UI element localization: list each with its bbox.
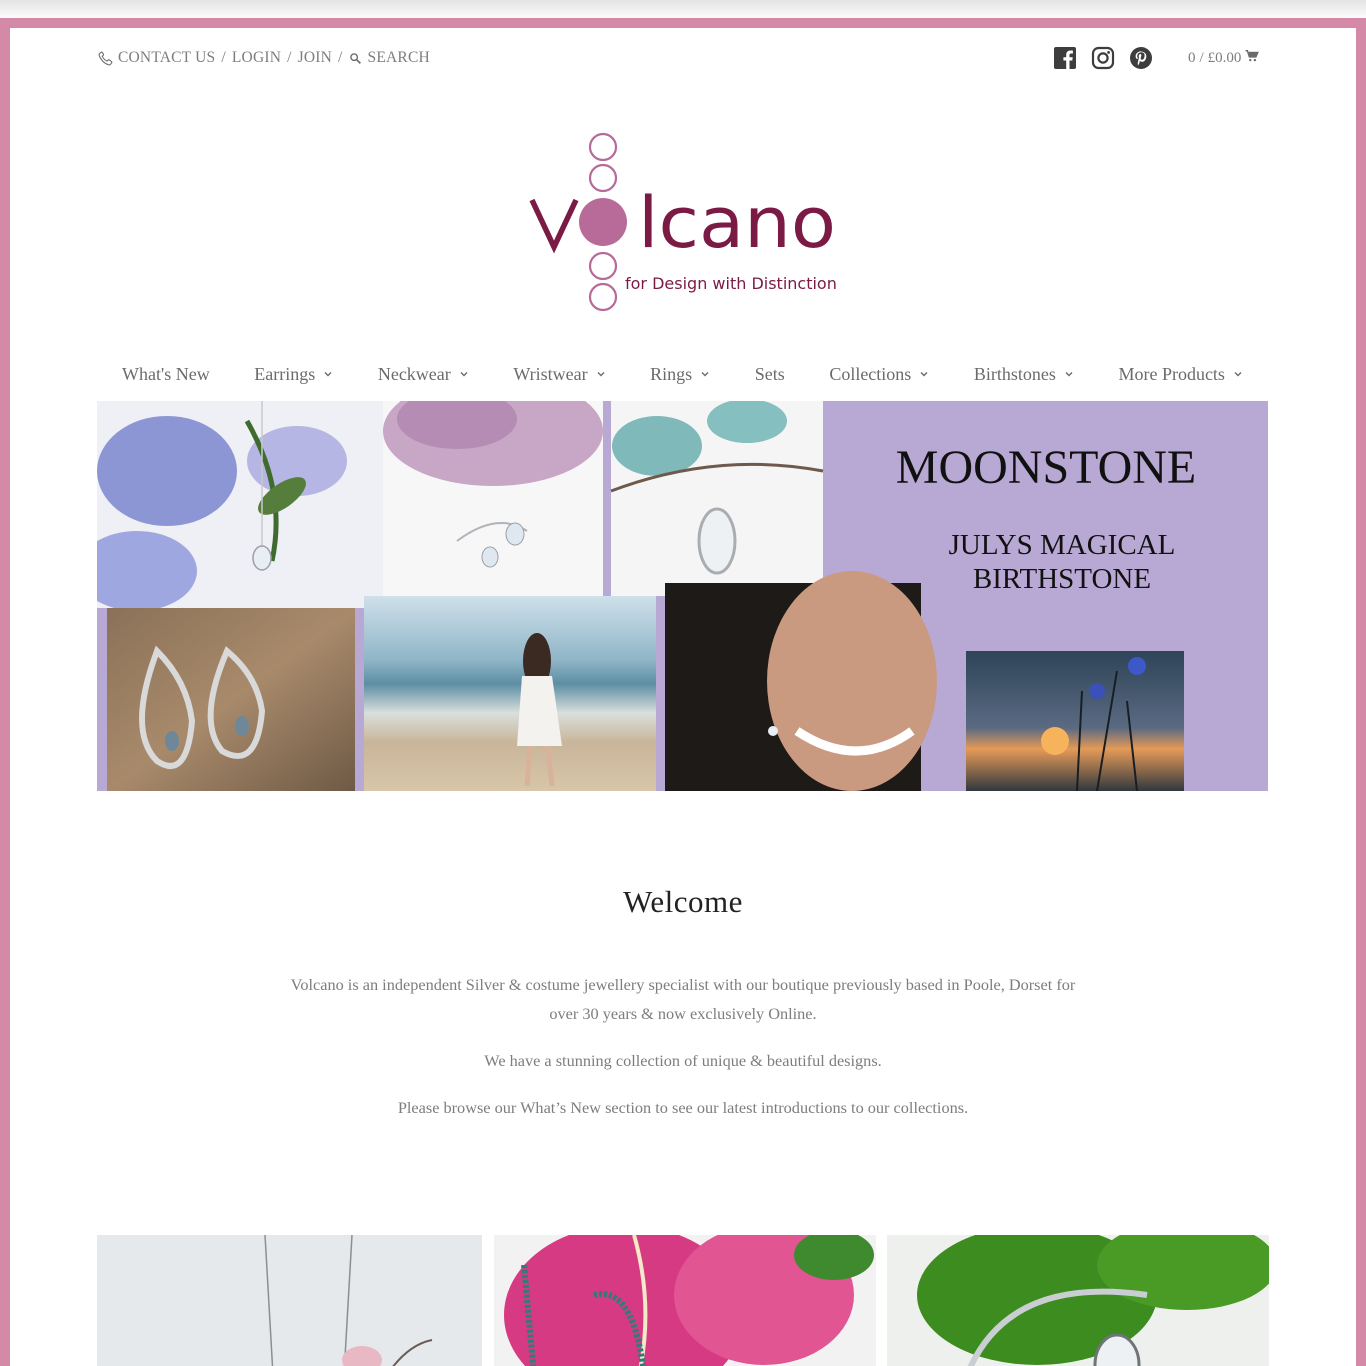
cart-link[interactable]: 0 / £0.00 xyxy=(1188,49,1260,68)
banner-subtitle-line2: BIRTHSTONE xyxy=(973,563,1151,595)
nav-item-more-products[interactable]: More Products xyxy=(1118,364,1243,385)
instagram-icon[interactable] xyxy=(1091,46,1115,70)
search-link[interactable]: SEARCH xyxy=(368,49,430,67)
banner-collage: MOONSTONE JULYS MAGICAL BIRTHSTONE xyxy=(97,401,1196,791)
cart-icon xyxy=(1245,49,1260,68)
nav-item-label: More Products xyxy=(1118,363,1225,384)
photo-tile-sunset xyxy=(966,651,1184,791)
nav-item-birthstones[interactable]: Birthstones xyxy=(974,364,1074,385)
banner-subtitle-line1: JULYS MAGICAL xyxy=(949,529,1176,561)
nav-item-collections[interactable]: Collections xyxy=(829,364,929,385)
nav-item-wristwear[interactable]: Wristwear xyxy=(513,364,605,385)
welcome-paragraph: We have a stunning collection of unique … xyxy=(484,1051,882,1070)
phone-icon xyxy=(97,50,114,67)
featured-tiles xyxy=(10,1235,1356,1366)
chevron-down-icon xyxy=(700,369,710,379)
cart-separator: / xyxy=(1199,50,1204,66)
search-icon[interactable] xyxy=(349,52,362,65)
separator: / xyxy=(221,49,226,66)
site-logo[interactable]: lcano for Design with Distinction xyxy=(528,128,838,318)
welcome-paragraph: Please browse our What’s New section to … xyxy=(397,1098,969,1117)
chevron-down-icon xyxy=(1064,369,1074,379)
social-links xyxy=(1053,46,1153,70)
chevron-down-icon xyxy=(1233,369,1243,379)
featured-tile-necklace[interactable] xyxy=(97,1235,482,1366)
nav-item-label: Wristwear xyxy=(513,363,588,384)
welcome-text: Volcano is an independent Silver & costu… xyxy=(280,970,1086,1140)
hero-banner[interactable]: MOONSTONE JULYS MAGICAL BIRTHSTONE xyxy=(97,401,1268,791)
nav-item-label: Rings xyxy=(650,363,693,384)
logo-tagline: for Design with Distinction xyxy=(625,274,837,293)
chevron-down-icon xyxy=(323,369,333,379)
facebook-icon[interactable] xyxy=(1053,46,1077,70)
nav-item-label: Sets xyxy=(754,363,785,384)
welcome-paragraph: Volcano is an independent Silver & costu… xyxy=(290,975,1076,1023)
login-link[interactable]: LOGIN xyxy=(232,49,281,67)
separator: / xyxy=(287,49,292,66)
separator: / xyxy=(338,49,343,66)
svg-text:lcano: lcano xyxy=(638,182,836,264)
pinterest-icon[interactable] xyxy=(1129,46,1153,70)
photo-tile-beach xyxy=(364,596,656,791)
cart-count: 0 xyxy=(1188,50,1196,66)
logo-artwork: lcano for Design with Distinction xyxy=(529,132,837,312)
page: CONTACT US / LOGIN / JOIN / SEARCH 0 / £… xyxy=(10,28,1356,1366)
join-link[interactable]: JOIN xyxy=(298,49,332,67)
nav-item-what-s-new[interactable]: What's New xyxy=(122,364,210,385)
browser-top-edge xyxy=(0,0,1366,18)
nav-item-label: Birthstones xyxy=(973,363,1056,384)
nav-item-label: What's New xyxy=(122,363,210,384)
chevron-down-icon xyxy=(919,369,929,379)
chevron-down-icon xyxy=(459,369,469,379)
featured-tile-bangle[interactable] xyxy=(887,1235,1269,1366)
chevron-down-icon xyxy=(596,369,606,379)
utility-bar: CONTACT US / LOGIN / JOIN / SEARCH xyxy=(97,48,430,68)
nav-item-sets[interactable]: Sets xyxy=(755,364,785,385)
nav-item-label: Earrings xyxy=(254,363,316,384)
nav-item-neckwear[interactable]: Neckwear xyxy=(378,364,469,385)
contact-us-link[interactable]: CONTACT US xyxy=(118,49,215,67)
nav-item-rings[interactable]: Rings xyxy=(650,364,710,385)
welcome-heading: Welcome xyxy=(623,884,743,919)
banner-title: MOONSTONE xyxy=(896,441,1196,494)
main-navigation: What's New Earrings Neckwear Wristwear Rings… xyxy=(97,352,1268,396)
featured-tile-turquoise[interactable] xyxy=(494,1235,876,1366)
cart-total: £0.00 xyxy=(1207,50,1242,66)
nav-item-earrings[interactable]: Earrings xyxy=(254,364,333,385)
nav-item-label: Collections xyxy=(829,363,912,384)
nav-item-label: Neckwear xyxy=(377,363,451,384)
